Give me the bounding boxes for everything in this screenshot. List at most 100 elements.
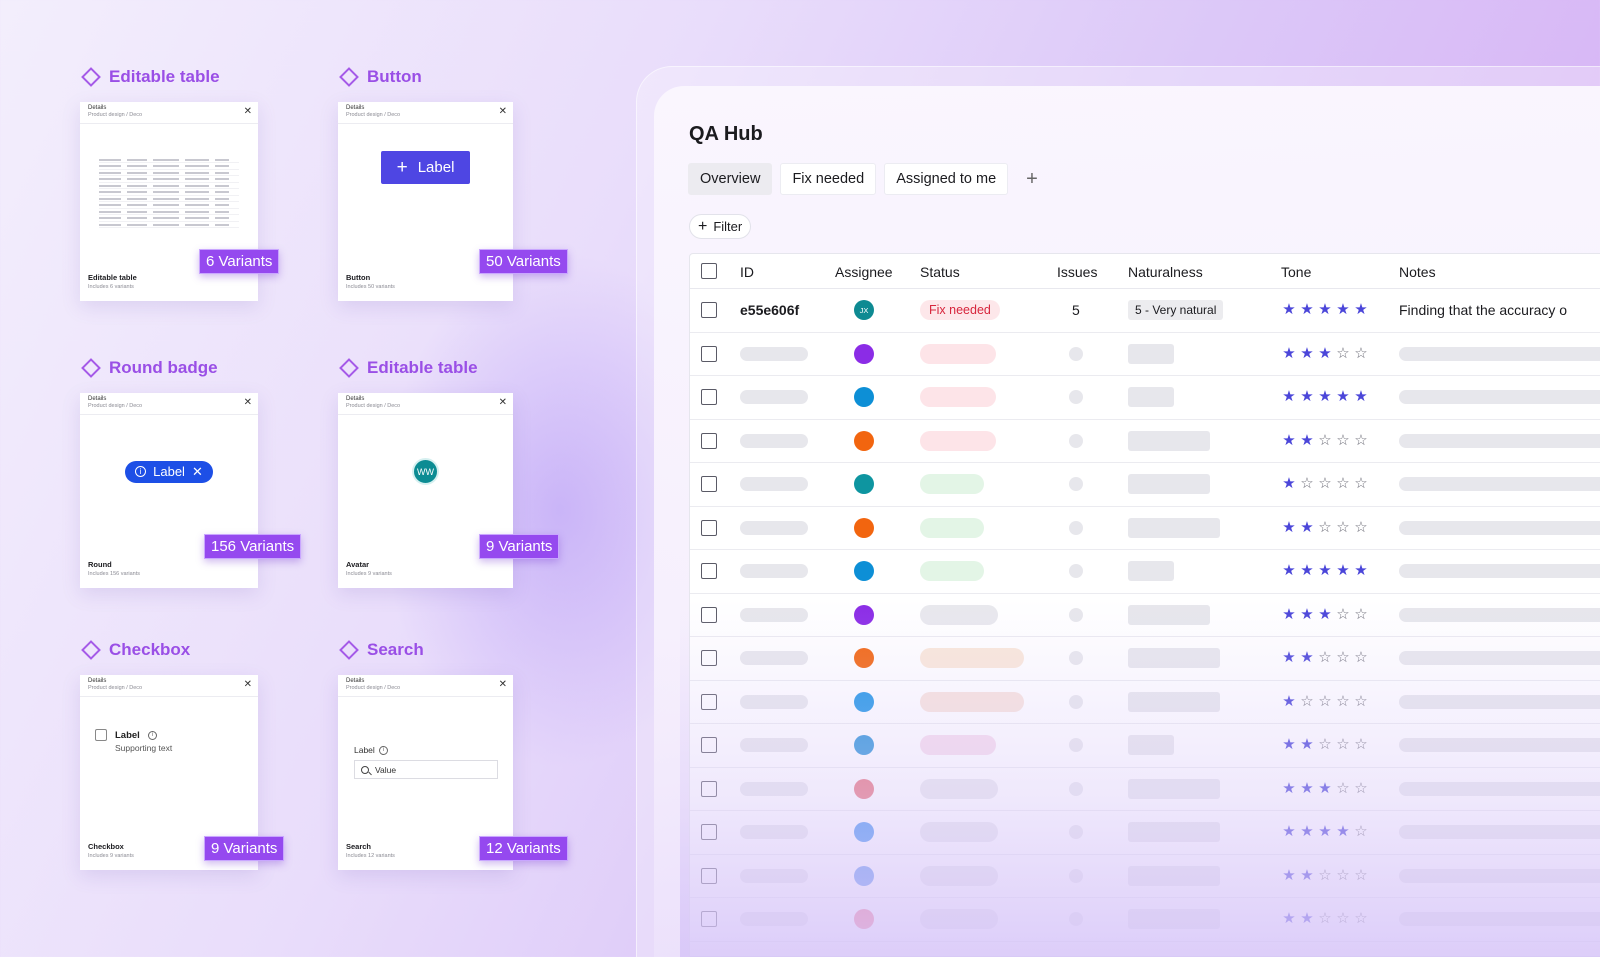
star-filled-icon[interactable]: ★ [1335,824,1351,840]
star-empty-icon[interactable]: ☆ [1335,693,1351,710]
star-filled-icon[interactable]: ★ [1317,780,1333,797]
star-empty-icon[interactable]: ☆ [1317,519,1333,536]
star-filled-icon[interactable]: ★ [1281,389,1297,405]
column-header-status[interactable]: Status [920,264,960,280]
row-checkbox[interactable] [701,389,717,406]
star-empty-icon[interactable]: ☆ [1353,693,1369,710]
star-empty-icon[interactable]: ☆ [1335,911,1351,927]
checkbox[interactable] [95,729,107,741]
component-round-badge[interactable]: Round badge Details Product design / Dec… [80,357,320,588]
table-row[interactable]: ★ ☆ ☆ ☆ ☆ [690,463,1600,507]
table-row[interactable]: ★ ★ ★ ☆ ☆ [690,594,1600,637]
star-empty-icon[interactable]: ☆ [1335,780,1351,797]
star-filled-icon[interactable]: ★ [1299,389,1315,405]
table-row[interactable]: ★ ★ ☆ ☆ ☆ [690,637,1600,681]
row-checkbox[interactable] [701,345,717,362]
star-empty-icon[interactable]: ☆ [1317,476,1333,492]
star-filled-icon[interactable]: ★ [1281,693,1297,710]
column-header-tone[interactable]: Tone [1281,264,1311,280]
tab-assigned-to-me[interactable]: Assigned to me [884,163,1009,195]
star-filled-icon[interactable]: ★ [1281,519,1297,536]
table-row[interactable]: ★ ★ ☆ ☆ ☆ [690,420,1600,463]
star-filled-icon[interactable]: ★ [1281,302,1297,318]
star-filled-icon[interactable]: ★ [1299,606,1315,623]
table-row[interactable]: ★ ★ ★ ★ ☆ [690,811,1600,855]
table-row[interactable]: ★ ☆ ☆ ☆ ☆ [690,681,1600,724]
table-row[interactable]: ★ ★ ★ ☆ ☆ [690,333,1600,376]
star-filled-icon[interactable]: ★ [1299,519,1315,536]
star-filled-icon[interactable]: ★ [1335,389,1351,405]
star-filled-icon[interactable]: ★ [1281,737,1297,753]
row-checkbox[interactable] [701,563,717,580]
row-checkbox[interactable] [701,432,717,449]
star-empty-icon[interactable]: ☆ [1353,432,1369,449]
star-empty-icon[interactable]: ☆ [1353,519,1369,536]
star-filled-icon[interactable]: ★ [1299,824,1315,840]
star-filled-icon[interactable]: ★ [1317,606,1333,623]
close-icon[interactable]: ✕ [192,464,203,480]
table-row[interactable]: ★ ★ ☆ ☆ ☆ [690,724,1600,768]
row-checkbox[interactable] [701,606,717,623]
row-checkbox[interactable] [701,476,717,493]
round-badge-preview[interactable]: i Label ✕ [125,460,213,483]
column-header-notes[interactable]: Notes [1399,264,1436,280]
search-input[interactable]: Value [354,760,498,779]
tab-overview[interactable]: Overview [688,163,773,195]
star-filled-icon[interactable]: ★ [1281,867,1297,884]
table-row[interactable]: ★ ★ ★ ☆ ☆ [690,768,1600,811]
row-checkbox[interactable] [701,867,717,884]
star-empty-icon[interactable]: ☆ [1317,432,1333,449]
tab-fix-needed[interactable]: Fix needed [780,163,877,195]
star-filled-icon[interactable]: ★ [1281,606,1297,623]
star-filled-icon[interactable]: ★ [1299,911,1315,927]
row-checkbox[interactable] [701,780,717,797]
star-empty-icon[interactable]: ☆ [1335,737,1351,753]
close-icon[interactable]: ✕ [499,679,507,690]
star-filled-icon[interactable]: ★ [1281,780,1297,797]
star-empty-icon[interactable]: ☆ [1353,737,1369,753]
star-empty-icon[interactable]: ☆ [1317,867,1333,884]
star-filled-icon[interactable]: ★ [1281,824,1297,840]
star-filled-icon[interactable]: ★ [1335,563,1351,579]
star-filled-icon[interactable]: ★ [1317,302,1333,318]
close-icon[interactable]: ✕ [244,106,252,117]
star-empty-icon[interactable]: ☆ [1335,867,1351,884]
star-filled-icon[interactable]: ★ [1317,824,1333,840]
star-filled-icon[interactable]: ★ [1299,432,1315,449]
row-checkbox[interactable] [701,693,717,710]
star-empty-icon[interactable]: ☆ [1353,911,1369,927]
star-filled-icon[interactable]: ★ [1281,911,1297,927]
select-all-checkbox[interactable] [701,263,717,279]
table-row[interactable]: ★ ★ ★ ★ ★ [690,376,1600,420]
star-empty-icon[interactable]: ☆ [1317,693,1333,710]
star-empty-icon[interactable]: ☆ [1335,606,1351,623]
row-checkbox[interactable] [701,737,717,754]
row-checkbox[interactable] [701,911,717,928]
column-header-assignee[interactable]: Assignee [835,264,893,280]
star-filled-icon[interactable]: ★ [1317,389,1333,405]
table-row[interactable]: ★ ★ ☆ ☆ ☆ [690,855,1600,898]
star-filled-icon[interactable]: ★ [1281,476,1297,492]
star-filled-icon[interactable]: ★ [1281,432,1297,449]
close-icon[interactable]: ✕ [244,397,252,408]
star-empty-icon[interactable]: ☆ [1299,476,1315,492]
star-empty-icon[interactable]: ☆ [1353,345,1369,362]
star-filled-icon[interactable]: ★ [1281,650,1297,666]
column-header-naturalness[interactable]: Naturalness [1128,264,1203,280]
component-search[interactable]: Search Details Product design / Deco ✕ L… [338,639,578,870]
star-empty-icon[interactable]: ☆ [1335,345,1351,362]
star-empty-icon[interactable]: ☆ [1353,476,1369,492]
star-empty-icon[interactable]: ☆ [1353,650,1369,666]
filter-button[interactable]: + Filter [689,214,752,239]
row-checkbox[interactable] [701,519,717,536]
star-filled-icon[interactable]: ★ [1299,302,1315,318]
star-empty-icon[interactable]: ☆ [1353,780,1369,797]
star-empty-icon[interactable]: ☆ [1353,606,1369,623]
star-empty-icon[interactable]: ☆ [1353,867,1369,884]
row-checkbox[interactable] [701,824,717,841]
star-filled-icon[interactable]: ★ [1299,563,1315,579]
star-empty-icon[interactable]: ☆ [1335,650,1351,666]
star-filled-icon[interactable]: ★ [1299,345,1315,362]
star-empty-icon[interactable]: ☆ [1335,519,1351,536]
close-icon[interactable]: ✕ [499,106,507,117]
